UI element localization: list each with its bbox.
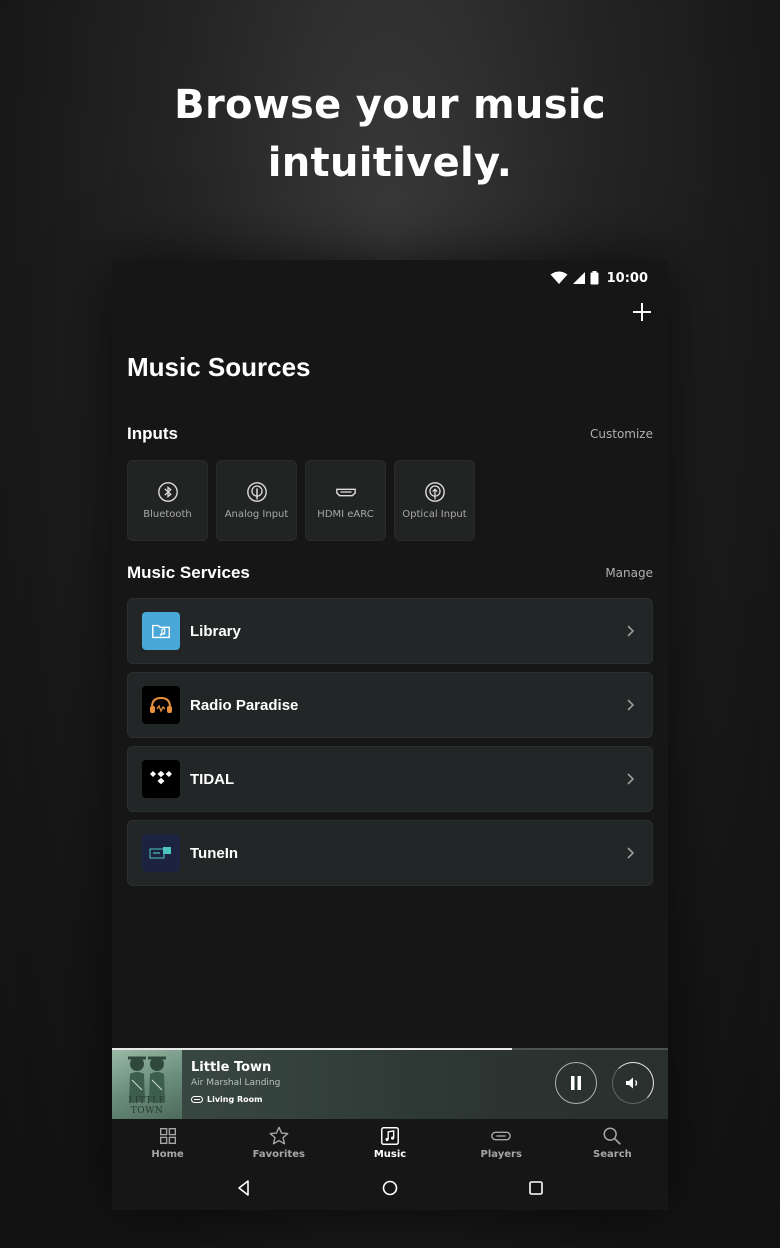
- room-indicator: Living Room: [191, 1095, 263, 1104]
- page-title: Music Sources: [127, 352, 311, 382]
- input-label: Optical Input: [402, 509, 467, 520]
- pause-button[interactable]: [555, 1062, 597, 1104]
- manage-link[interactable]: Manage: [605, 566, 653, 580]
- chevron-right-icon: [627, 625, 635, 637]
- bottom-tab-bar: Home Favorites Music Players Search: [112, 1119, 668, 1165]
- track-title: Little Town: [191, 1060, 272, 1075]
- status-bar: 10:00: [550, 266, 648, 290]
- chevron-right-icon: [627, 773, 635, 785]
- battery-icon: [590, 271, 599, 285]
- service-row-library[interactable]: Library: [127, 598, 653, 664]
- star-icon: [269, 1126, 289, 1144]
- service-row-tidal[interactable]: TIDAL: [127, 746, 653, 812]
- input-label: Analog Input: [224, 509, 289, 520]
- hdmi-icon: [335, 488, 356, 497]
- tab-home[interactable]: Home: [112, 1119, 223, 1165]
- speaker-icon: [491, 1131, 512, 1140]
- tab-music[interactable]: Music: [334, 1119, 445, 1165]
- service-label: TuneIn: [190, 844, 239, 862]
- analog-input-icon: [246, 482, 267, 502]
- bluetooth-icon: [157, 482, 178, 502]
- service-label: Library: [190, 622, 241, 640]
- service-row-tunein[interactable]: TuneIn: [127, 820, 653, 886]
- back-icon[interactable]: [235, 1179, 253, 1197]
- tab-search[interactable]: Search: [557, 1119, 668, 1165]
- tab-label: Home: [151, 1148, 184, 1160]
- wifi-icon: [550, 271, 568, 284]
- playback-progress-track: [112, 1048, 668, 1050]
- tidal-icon: [142, 760, 180, 798]
- inputs-header: Inputs Customize: [127, 424, 653, 444]
- room-name: Living Room: [207, 1095, 263, 1104]
- services-title: Music Services: [127, 563, 250, 582]
- search-icon: [603, 1126, 622, 1145]
- recents-icon[interactable]: [527, 1179, 545, 1197]
- album-art-text: LITTLE TOWN: [128, 1096, 166, 1116]
- chevron-right-icon: [627, 847, 635, 859]
- home-grid-icon: [159, 1127, 176, 1144]
- services-list: Library Radio Paradise TIDAL TuneIn: [127, 598, 653, 894]
- radio-paradise-icon: [142, 686, 180, 724]
- tunein-icon: [142, 834, 180, 872]
- speaker-small-icon: [191, 1096, 203, 1103]
- tab-label: Favorites: [252, 1148, 305, 1160]
- optical-input-icon: [424, 482, 445, 502]
- input-tile-hdmi[interactable]: HDMI eARC: [305, 460, 386, 541]
- status-time: 10:00: [606, 270, 648, 286]
- music-note-icon: [381, 1126, 399, 1145]
- chevron-right-icon: [627, 699, 635, 711]
- system-nav-bar: [112, 1165, 668, 1210]
- track-artist: Air Marshal Landing: [191, 1078, 281, 1088]
- inputs-row: Bluetooth Analog Input HDMI eARC Optical…: [127, 460, 475, 541]
- tab-label: Search: [593, 1148, 632, 1160]
- device-screen: 10:00 Music Sources Inputs Customize Blu…: [112, 260, 668, 1210]
- input-label: Bluetooth: [143, 509, 192, 520]
- home-circle-icon[interactable]: [381, 1179, 399, 1197]
- volume-icon: [626, 1077, 638, 1089]
- promo-headline: Browse your music intuitively.: [0, 76, 780, 192]
- pause-icon: [571, 1076, 581, 1090]
- volume-button[interactable]: [612, 1062, 654, 1104]
- input-label: HDMI eARC: [317, 509, 374, 520]
- mini-player[interactable]: LITTLE TOWN Little Town Air Marshal Land…: [112, 1048, 668, 1119]
- promo-headline-line2: intuitively.: [267, 140, 513, 186]
- inputs-title: Inputs: [127, 424, 178, 443]
- input-tile-optical[interactable]: Optical Input: [394, 460, 475, 541]
- input-tile-bluetooth[interactable]: Bluetooth: [127, 460, 208, 541]
- library-folder-icon: [142, 612, 180, 650]
- input-tile-analog[interactable]: Analog Input: [216, 460, 297, 541]
- services-header: Music Services Manage: [127, 563, 653, 583]
- tab-label: Music: [373, 1148, 407, 1160]
- tab-players[interactable]: Players: [446, 1119, 557, 1165]
- tab-favorites[interactable]: Favorites: [223, 1119, 334, 1165]
- album-art: LITTLE TOWN: [112, 1050, 182, 1119]
- service-row-radio-paradise[interactable]: Radio Paradise: [127, 672, 653, 738]
- promo-headline-line1: Browse your music: [174, 82, 606, 128]
- add-icon[interactable]: [630, 300, 654, 324]
- service-label: Radio Paradise: [190, 696, 299, 714]
- customize-link[interactable]: Customize: [590, 427, 653, 441]
- cell-signal-icon: [572, 272, 585, 284]
- service-label: TIDAL: [190, 770, 235, 788]
- tab-label: Players: [480, 1148, 522, 1160]
